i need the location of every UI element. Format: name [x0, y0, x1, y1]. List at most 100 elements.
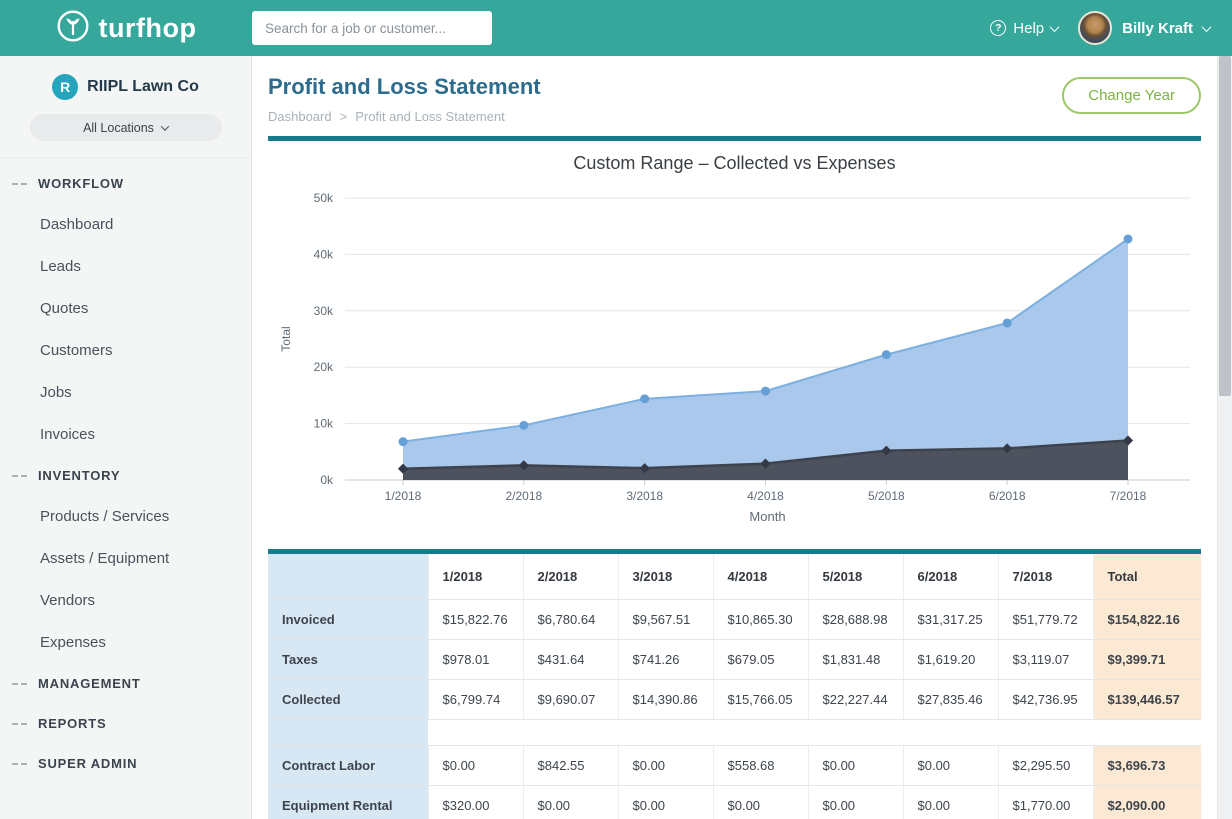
- table-cell: $10,865.30: [713, 599, 808, 639]
- sidebar-section-super-admin[interactable]: SUPER ADMIN: [0, 744, 251, 784]
- table-cell: $42,736.95: [998, 679, 1093, 719]
- sidebar-item-jobs[interactable]: Jobs: [0, 372, 251, 414]
- sidebar-item-customers[interactable]: Customers: [0, 330, 251, 372]
- table-cell: $2,295.50: [998, 745, 1093, 785]
- sidebar-item-invoices[interactable]: Invoices: [0, 414, 251, 456]
- user-menu[interactable]: Billy Kraft: [1078, 11, 1210, 45]
- sidebar-section-workflow[interactable]: WORKFLOW: [0, 164, 251, 204]
- table-cell: $1,770.00: [998, 785, 1093, 819]
- sidebar-section-management[interactable]: MANAGEMENT: [0, 664, 251, 704]
- chevron-down-icon: [161, 122, 169, 130]
- user-name: Billy Kraft: [1122, 20, 1193, 37]
- svg-text:0k: 0k: [320, 473, 334, 487]
- table-cell: $0.00: [618, 785, 713, 819]
- sidebar-section-label: WORKFLOW: [38, 176, 124, 191]
- table-cell: $679.05: [713, 639, 808, 679]
- table-cell: $431.64: [523, 639, 618, 679]
- svg-text:5/2018: 5/2018: [868, 489, 905, 503]
- page-title: Profit and Loss Statement: [268, 74, 1201, 100]
- main-content: Profit and Loss Statement Dashboard > Pr…: [252, 56, 1217, 819]
- row-label: Contract Labor: [268, 745, 428, 785]
- table-row: Taxes$978.01$431.64$741.26$679.05$1,831.…: [268, 639, 1201, 679]
- table-cell: [618, 719, 713, 745]
- sidebar-item-products-services[interactable]: Products / Services: [0, 496, 251, 538]
- scrollbar-thumb[interactable]: [1219, 56, 1231, 396]
- sidebar-section-label: SUPER ADMIN: [38, 756, 137, 771]
- table-cell: [998, 719, 1093, 745]
- row-total: $154,822.16: [1093, 599, 1201, 639]
- sidebar-item-vendors[interactable]: Vendors: [0, 580, 251, 622]
- table-cell: $15,822.76: [428, 599, 523, 639]
- table-cell: $0.00: [903, 745, 998, 785]
- pl-table: 1/20182/20183/20184/20185/20186/20187/20…: [268, 554, 1201, 819]
- column-header: 7/2018: [998, 554, 1093, 599]
- tree-dash-icon: [12, 683, 27, 685]
- breadcrumb-current: Profit and Loss Statement: [355, 109, 505, 124]
- sidebar-section-inventory[interactable]: INVENTORY: [0, 456, 251, 496]
- svg-text:3/2018: 3/2018: [626, 489, 663, 503]
- sidebar-section-reports[interactable]: REPORTS: [0, 704, 251, 744]
- breadcrumb: Dashboard > Profit and Loss Statement: [268, 109, 1201, 124]
- sidebar-item-expenses[interactable]: Expenses: [0, 622, 251, 664]
- tree-dash-icon: [12, 475, 27, 477]
- location-selector[interactable]: All Locations: [30, 114, 222, 141]
- turfhop-logo-icon: [56, 9, 90, 48]
- sidebar-item-leads[interactable]: Leads: [0, 246, 251, 288]
- row-label: [268, 719, 428, 745]
- change-year-button[interactable]: Change Year: [1062, 77, 1201, 114]
- help-menu[interactable]: ? Help: [990, 20, 1058, 37]
- table-cell: $6,799.74: [428, 679, 523, 719]
- column-header: 4/2018: [713, 554, 808, 599]
- column-header: 6/2018: [903, 554, 998, 599]
- table-cell: $558.68: [713, 745, 808, 785]
- row-total: $2,090.00: [1093, 785, 1201, 819]
- table-row: Equipment Rental$320.00$0.00$0.00$0.00$0…: [268, 785, 1201, 819]
- svg-text:Month: Month: [749, 509, 785, 524]
- user-avatar: [1078, 11, 1112, 45]
- column-header-total: Total: [1093, 554, 1201, 599]
- search-input[interactable]: [252, 11, 492, 45]
- sidebar: R RIIPL Lawn Co All Locations WORKFLOW Da…: [0, 56, 252, 819]
- table-row: Contract Labor$0.00$842.55$0.00$558.68$0…: [268, 745, 1201, 785]
- chart-card: Custom Range – Collected vs Expenses 0k1…: [268, 141, 1201, 549]
- row-label: Invoiced: [268, 599, 428, 639]
- table-cell: [523, 719, 618, 745]
- table-cell: $0.00: [713, 785, 808, 819]
- sidebar-nav: WORKFLOW DashboardLeadsQuotesCustomersJob…: [0, 158, 251, 784]
- svg-text:6/2018: 6/2018: [989, 489, 1026, 503]
- table-cell: $0.00: [808, 745, 903, 785]
- table-cell: $741.26: [618, 639, 713, 679]
- table-cell: $320.00: [428, 785, 523, 819]
- sidebar-item-dashboard[interactable]: Dashboard: [0, 204, 251, 246]
- sidebar-item-quotes[interactable]: Quotes: [0, 288, 251, 330]
- table-cell: $31,317.25: [903, 599, 998, 639]
- column-header: 1/2018: [428, 554, 523, 599]
- company-row[interactable]: R RIIPL Lawn Co: [0, 74, 251, 100]
- row-label: Collected: [268, 679, 428, 719]
- table-cell: $0.00: [903, 785, 998, 819]
- table-cell: $0.00: [428, 745, 523, 785]
- row-label: Equipment Rental: [268, 785, 428, 819]
- column-header: 2/2018: [523, 554, 618, 599]
- logo-area[interactable]: turfhop: [0, 9, 252, 48]
- company-badge-icon: R: [52, 74, 78, 100]
- sidebar-section-label: REPORTS: [38, 716, 106, 731]
- table-cell: $27,835.46: [903, 679, 998, 719]
- svg-text:7/2018: 7/2018: [1110, 489, 1147, 503]
- tree-dash-icon: [12, 183, 27, 185]
- row-total: $9,399.71: [1093, 639, 1201, 679]
- table-cell: $9,690.07: [523, 679, 618, 719]
- scrollbar[interactable]: [1217, 56, 1232, 819]
- table-cell: $6,780.64: [523, 599, 618, 639]
- table-cell: [903, 719, 998, 745]
- page-header: Profit and Loss Statement Dashboard > Pr…: [268, 74, 1201, 136]
- table-header-row: 1/20182/20183/20184/20185/20186/20187/20…: [268, 554, 1201, 599]
- pl-chart-svg: 0k10k20k30k40k50k1/20182/20183/20184/201…: [268, 178, 1198, 544]
- svg-text:1/2018: 1/2018: [385, 489, 422, 503]
- sidebar-section-label: MANAGEMENT: [38, 676, 141, 691]
- breadcrumb-dashboard[interactable]: Dashboard: [268, 109, 332, 124]
- table-cell: [808, 719, 903, 745]
- row-total: $139,446.57: [1093, 679, 1201, 719]
- sidebar-item-assets-equipment[interactable]: Assets / Equipment: [0, 538, 251, 580]
- svg-text:2/2018: 2/2018: [505, 489, 542, 503]
